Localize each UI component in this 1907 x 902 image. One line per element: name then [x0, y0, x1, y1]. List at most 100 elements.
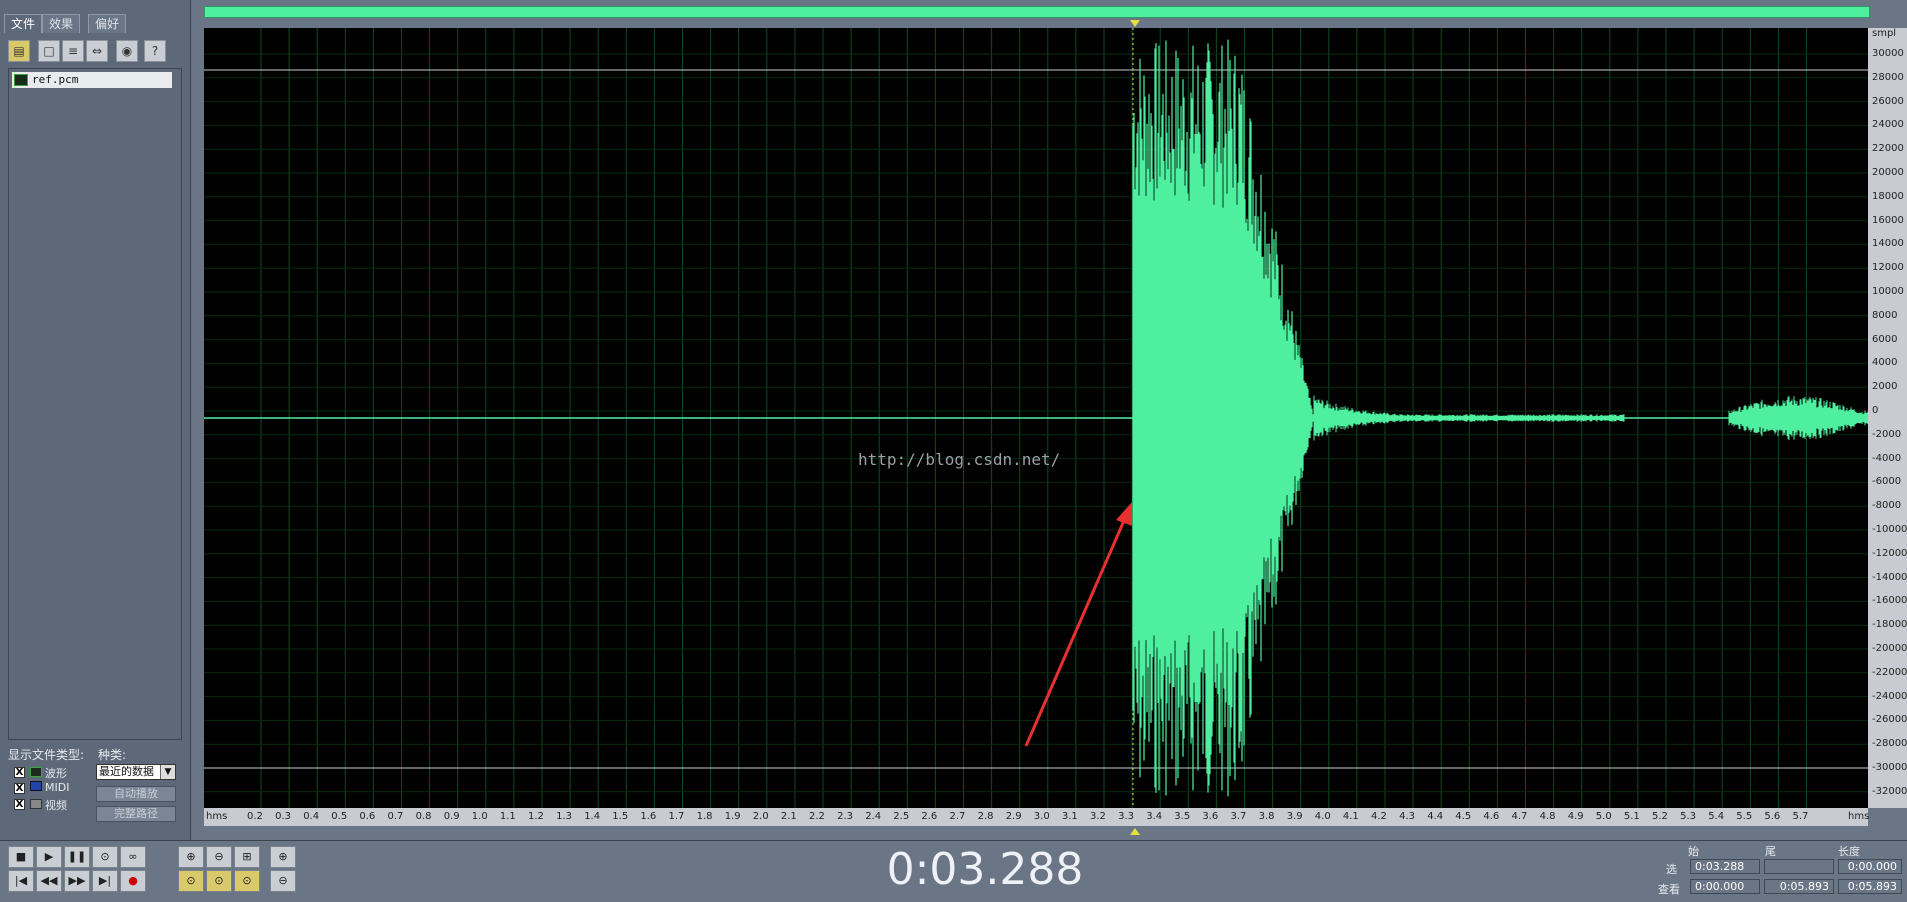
amplitude-tick-label: -22000: [1872, 666, 1907, 678]
amplitude-tick-label: 4000: [1872, 357, 1898, 369]
view-end-field[interactable]: 0:05.893: [1764, 879, 1834, 894]
selection-length-field[interactable]: 0:00.000: [1838, 859, 1902, 874]
time-tick-label: 5.6: [1764, 811, 1781, 822]
amplitude-tick-label: -16000: [1872, 595, 1907, 607]
row-view-label: 查看: [1658, 883, 1680, 896]
sort-title: 种类:: [98, 748, 127, 762]
file-name: ref.pcm: [32, 73, 79, 86]
insert-icon[interactable]: ⇔: [86, 40, 108, 62]
cd-audio-icon[interactable]: ◉: [116, 40, 138, 62]
time-tick-label: 2.4: [865, 811, 882, 822]
file-panel: 文件 效果 偏好 ▤ □ ≡ ⇔ ◉ ? ref.pcm 显示文件类型: 种类:…: [0, 0, 191, 840]
go-end-icon[interactable]: ▶|: [92, 870, 118, 892]
zoom-in-vertical-icon[interactable]: ⊕: [270, 846, 296, 868]
amplitude-tick-label: -14000: [1872, 571, 1907, 583]
time-ruler[interactable]: hms hms 0.2 0.3 0.4 0.5 0.6 0.7 0.8 0.9 1.0 1.1 1.2 1…: [204, 808, 1870, 826]
zoom-in-icon[interactable]: ⊕: [178, 846, 204, 868]
time-tick-label: 5.2: [1652, 811, 1668, 822]
append-icon[interactable]: ≡: [62, 40, 84, 62]
time-tick-label: 0.3: [275, 811, 291, 822]
go-start-icon[interactable]: |◀: [8, 870, 34, 892]
amplitude-ruler[interactable]: smpl 30000 28000 26000 24000 22000 20000 18000 1…: [1868, 28, 1907, 808]
tab-file[interactable]: 文件: [4, 14, 43, 33]
time-tick-label: 2.0: [752, 811, 769, 822]
time-tick-label: 5.4: [1708, 811, 1725, 822]
view-start-field[interactable]: 0:00.000: [1690, 879, 1760, 894]
amplitude-tick-label: -30000: [1872, 762, 1907, 773]
loop-icon[interactable]: ∞: [120, 846, 146, 868]
stop-icon[interactable]: ■: [8, 846, 34, 868]
time-tick-label: 1.2: [528, 811, 544, 822]
time-tick-label: 1.9: [724, 811, 741, 822]
amplitude-unit: smpl: [1872, 28, 1897, 39]
time-tick-label: 0.2: [247, 811, 263, 822]
row-selection-label: 选: [1666, 863, 1677, 876]
amplitude-tick-label: 6000: [1872, 333, 1898, 345]
file-list-item[interactable]: ref.pcm: [12, 72, 172, 88]
checkbox-video[interactable]: X: [14, 799, 25, 810]
watermark-text: http://blog.csdn.net/: [858, 450, 1061, 469]
amplitude-tick-label: -28000: [1872, 738, 1907, 750]
waveform-file-icon: [14, 74, 28, 86]
time-tick-label: 4.7: [1511, 811, 1528, 822]
amplitude-tick-label: 14000: [1872, 238, 1904, 250]
filetype-video-label: 视频: [30, 797, 67, 813]
zoom-out-vertical-icon[interactable]: ⊖: [270, 870, 296, 892]
annotation-arrow-head-icon: [1116, 502, 1132, 526]
time-unit-right: hms: [1848, 811, 1870, 822]
time-tick-label: 3.4: [1146, 811, 1163, 822]
view-length-field[interactable]: 0:05.893: [1838, 879, 1902, 894]
time-tick-label: 5.5: [1736, 811, 1753, 822]
auto-play-button[interactable]: 自动播放: [96, 786, 176, 802]
time-tick-label: 2.2: [809, 811, 825, 822]
open-icon[interactable]: □: [38, 40, 60, 62]
open-folder-icon[interactable]: ▤: [8, 40, 30, 62]
selection-start-field[interactable]: 0:03.288: [1690, 859, 1760, 874]
sort-select[interactable]: 最近的数据 ▼: [96, 764, 176, 780]
waveform-svg: [204, 28, 1869, 808]
zoom-left-icon[interactable]: ⊙: [206, 870, 232, 892]
pause-icon[interactable]: ❚❚: [64, 846, 90, 868]
amplitude-tick-label: 18000: [1872, 190, 1904, 202]
time-tick-label: 4.3: [1399, 811, 1415, 822]
record-icon[interactable]: ●: [120, 870, 146, 892]
amplitude-tick-label: -12000: [1872, 547, 1907, 559]
overview-bar[interactable]: [204, 6, 1870, 18]
zoom-full-icon[interactable]: ⊞: [234, 846, 260, 868]
amplitude-tick-label: -2000: [1872, 428, 1902, 440]
fast-forward-icon[interactable]: ▶▶: [64, 870, 90, 892]
play-to-end-icon[interactable]: ⊙: [92, 846, 118, 868]
amplitude-tick-label: 22000: [1872, 143, 1904, 155]
time-tick-label: 0.6: [359, 811, 376, 822]
full-path-button[interactable]: 完整路径: [96, 806, 176, 822]
time-tick-label: 4.1: [1342, 811, 1359, 822]
zoom-right-icon[interactable]: ⊙: [234, 870, 260, 892]
amplitude-tick-label: 0: [1872, 405, 1879, 416]
file-list[interactable]: [8, 68, 182, 740]
amplitude-tick-label: 26000: [1872, 95, 1904, 107]
tab-favorites[interactable]: 偏好: [88, 14, 127, 33]
time-tick-label: 0.8: [415, 811, 432, 822]
selection-end-field[interactable]: [1764, 859, 1834, 874]
checkbox-midi[interactable]: X: [14, 783, 25, 794]
time-tick-label: 2.5: [893, 811, 910, 822]
amplitude-tick-label: 16000: [1872, 214, 1904, 226]
time-tick-label: 3.5: [1174, 811, 1191, 822]
play-icon[interactable]: ▶: [36, 846, 62, 868]
time-unit-left: hms: [206, 811, 228, 822]
checkbox-waveform[interactable]: X: [14, 767, 25, 778]
help-icon[interactable]: ?: [144, 40, 166, 62]
amplitude-tick-label: -6000: [1872, 476, 1902, 488]
header-length: 长度: [1838, 845, 1860, 858]
time-tick-label: 4.9: [1567, 811, 1584, 822]
cursor-bottom-marker-icon[interactable]: [1130, 828, 1140, 835]
waveform-display[interactable]: http://blog.csdn.net/: [204, 28, 1869, 808]
tab-effects[interactable]: 效果: [42, 14, 81, 33]
time-tick-label: 4.5: [1455, 811, 1472, 822]
cursor-top-marker-icon[interactable]: [1130, 20, 1140, 27]
time-tick-label: 1.4: [584, 811, 601, 822]
time-tick-label: 1.7: [668, 811, 685, 822]
zoom-selection-icon[interactable]: ⊙: [178, 870, 204, 892]
rewind-icon[interactable]: ◀◀: [36, 870, 62, 892]
zoom-out-icon[interactable]: ⊖: [206, 846, 232, 868]
